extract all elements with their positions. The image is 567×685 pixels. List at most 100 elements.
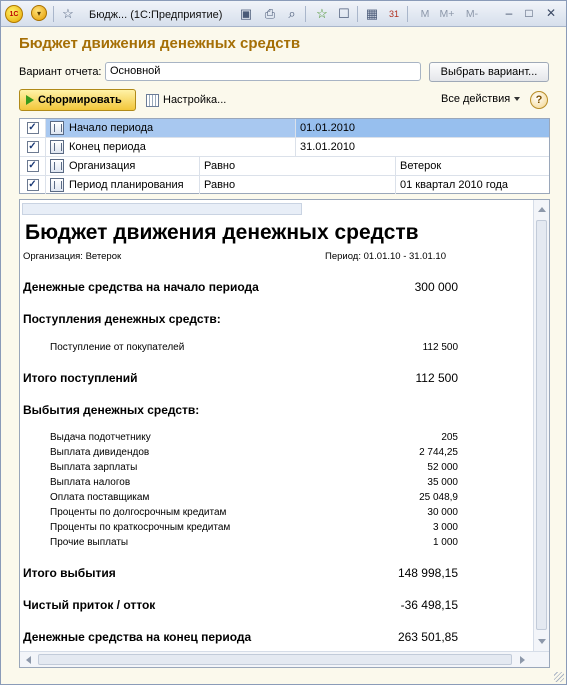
settings-icon <box>146 93 159 107</box>
setting-checkbox[interactable]: ✓ <box>26 141 39 153</box>
print-icon[interactable]: ⎙ <box>261 5 279 23</box>
payment-label: Проценты по долгосрочным кредитам <box>50 507 227 518</box>
net-flow-value: -36 498,15 <box>400 598 458 612</box>
report-window: 1С ▾ ☆ Бюдж... (1С:Предприятие) ▣ ⎙ ⌕ ☆ … <box>0 0 567 685</box>
page-title: Бюджет движения денежных средств <box>19 35 301 52</box>
settings-row[interactable]: ✓ Организация Равно Ветерок <box>20 157 549 176</box>
payment-value: 1 000 <box>432 537 458 548</box>
payment-value: 30 000 <box>427 507 458 518</box>
closing-balance-value: 263 501,85 <box>397 630 458 644</box>
report-document[interactable]: Бюджет движения денежных средств Организ… <box>19 199 550 668</box>
payment-value: 25 048,9 <box>419 492 458 503</box>
setting-name: Начало периода <box>69 122 154 134</box>
all-actions-menu[interactable]: Все действия <box>441 93 521 105</box>
receipts-total-row: Итого поступлений 112 500 <box>20 371 530 387</box>
horizontal-scroll-thumb[interactable] <box>38 654 512 665</box>
net-flow-row: Чистый приток / отток -36 498,15 <box>20 598 530 614</box>
field-icon <box>50 140 64 154</box>
payment-row: Оплата поставщикам 25 048,9 <box>20 492 530 506</box>
payment-row: Проценты по долгосрочным кредитам 30 000 <box>20 507 530 521</box>
payment-value: 52 000 <box>427 462 458 473</box>
calendar-icon[interactable]: 31 <box>385 5 403 23</box>
payment-row: Проценты по краткосрочным кредитам 3 000 <box>20 522 530 536</box>
field-icon <box>50 178 64 192</box>
setting-checkbox[interactable]: ✓ <box>26 160 39 172</box>
opening-balance-label: Денежные средства на начало периода <box>23 280 259 294</box>
receipt-value: 112 500 <box>422 342 458 353</box>
resize-grip-icon[interactable] <box>554 672 564 682</box>
horizontal-scrollbar[interactable] <box>20 651 549 667</box>
opening-balance-value: 300 000 <box>414 280 458 294</box>
payment-label: Прочие выплаты <box>50 537 129 548</box>
payments-total-row: Итого выбытия 148 998,15 <box>20 566 530 582</box>
payment-row: Выплата налогов 35 000 <box>20 477 530 491</box>
setting-name: Период планирования <box>69 179 184 191</box>
payment-value: 205 <box>441 432 458 443</box>
calculator-icon[interactable]: ▦ <box>363 5 381 23</box>
save-icon[interactable]: ▣ <box>237 5 255 23</box>
setting-value[interactable]: 31.01.2010 <box>296 138 549 156</box>
scroll-left-icon[interactable] <box>26 656 31 664</box>
payment-value: 2 744,25 <box>419 447 458 458</box>
favorite-add-icon[interactable]: ☆ <box>313 5 331 23</box>
memory-plus-button[interactable]: M+ <box>435 5 459 23</box>
payment-label: Оплата поставщикам <box>50 492 150 503</box>
payment-label: Проценты по краткосрочным кредитам <box>50 522 231 533</box>
closing-balance-label: Денежные средства на конец периода <box>23 630 252 644</box>
setting-value[interactable]: 01.01.2010 <box>296 119 549 137</box>
window-title: Бюдж... (1С:Предприятие) <box>89 9 223 21</box>
field-icon <box>50 121 64 135</box>
minimize-icon[interactable]: – <box>501 5 517 21</box>
report-title: Бюджет движения денежных средств <box>25 221 419 244</box>
memory-button[interactable]: M <box>415 5 435 23</box>
all-actions-label: Все действия <box>441 93 511 105</box>
field-icon <box>50 159 64 173</box>
help-button[interactable]: ? <box>530 91 548 109</box>
generate-button[interactable]: Сформировать <box>19 89 136 111</box>
choose-variant-button[interactable]: Выбрать вариант... <box>429 62 549 82</box>
receipt-label: Поступление от покупателей <box>50 342 185 353</box>
report-organization: Организация: Ветерок <box>23 251 122 262</box>
1c-logo-icon[interactable]: 1С <box>5 5 23 23</box>
preview-icon[interactable]: ⌕ <box>283 5 301 23</box>
history-icon[interactable]: ☐ <box>335 5 353 23</box>
scroll-down-icon[interactable] <box>538 639 546 644</box>
settings-row[interactable]: ✓ Конец периода 31.01.2010 <box>20 138 549 157</box>
back-icon[interactable]: ▾ <box>31 5 47 21</box>
setting-value[interactable]: 01 квартал 2010 года <box>396 176 549 194</box>
setting-checkbox[interactable]: ✓ <box>26 122 39 134</box>
report-header-strip <box>22 203 302 215</box>
payment-value: 3 000 <box>432 522 458 533</box>
settings-button-label: Настройка... <box>163 94 227 106</box>
setting-checkbox[interactable]: ✓ <box>26 179 39 191</box>
setting-name: Конец периода <box>69 141 146 153</box>
payments-header-label: Выбытия денежных средств: <box>23 403 200 417</box>
settings-row[interactable]: ✓ Период планирования Равно 01 квартал 2… <box>20 176 549 195</box>
report-settings-table: ✓ Начало периода 01.01.2010 ✓ Конец пери… <box>19 118 550 194</box>
settings-row[interactable]: ✓ Начало периода 01.01.2010 <box>20 119 549 138</box>
receipts-header-label: Поступления денежных средств: <box>23 312 221 326</box>
setting-value[interactable]: Ветерок <box>396 157 549 175</box>
receipt-row: Поступление от покупателей 112 500 <box>20 342 530 356</box>
payment-row: Прочие выплаты 1 000 <box>20 537 530 551</box>
star-icon[interactable]: ☆ <box>59 5 77 23</box>
settings-button[interactable]: Настройка... <box>146 91 226 109</box>
close-icon[interactable]: ✕ <box>543 5 559 21</box>
memory-minus-button[interactable]: M- <box>461 5 483 23</box>
scroll-right-icon[interactable] <box>520 656 525 664</box>
maximize-icon[interactable]: □ <box>521 5 537 21</box>
variant-label: Вариант отчета: <box>19 66 102 78</box>
variant-field[interactable]: Основной <box>105 62 421 81</box>
play-icon <box>26 95 34 105</box>
chevron-down-icon <box>514 97 521 101</box>
payments-total-label: Итого выбытия <box>23 566 116 580</box>
setting-comparison[interactable]: Равно <box>200 157 396 175</box>
receipts-total-label: Итого поступлений <box>23 371 138 385</box>
scroll-up-icon[interactable] <box>538 207 546 212</box>
vertical-scroll-thumb[interactable] <box>536 220 547 630</box>
receipts-header: Поступления денежных средств: <box>20 312 530 328</box>
setting-comparison[interactable]: Равно <box>200 176 396 194</box>
payment-label: Выплата налогов <box>50 477 131 488</box>
net-flow-label: Чистый приток / отток <box>23 598 156 612</box>
vertical-scrollbar[interactable] <box>533 200 549 651</box>
